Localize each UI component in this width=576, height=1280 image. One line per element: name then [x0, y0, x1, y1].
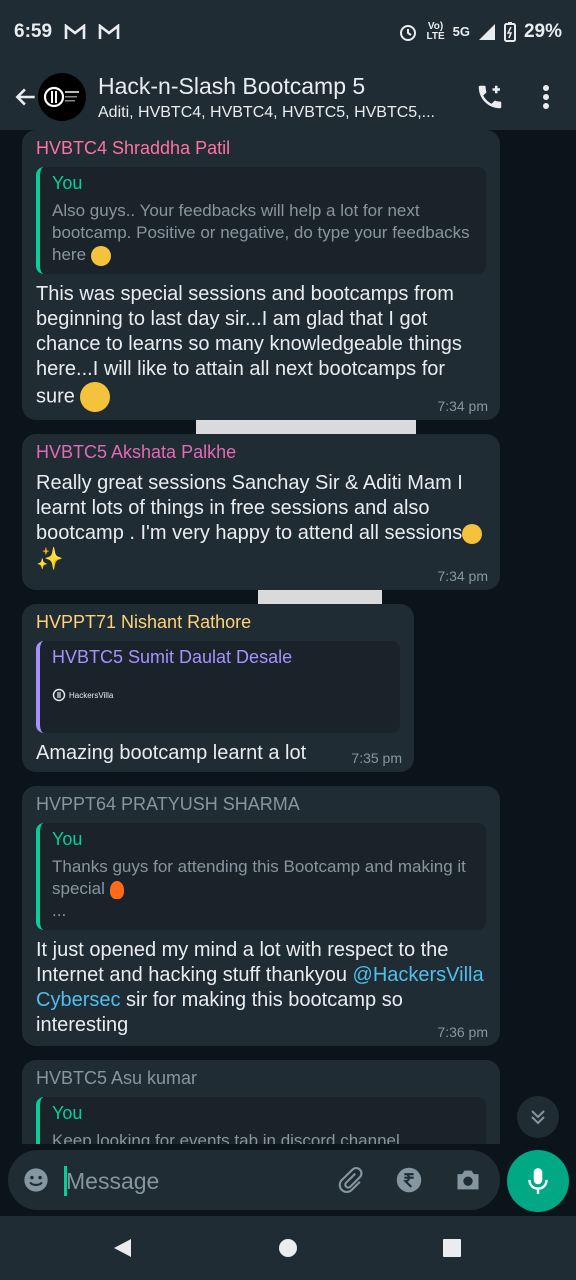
smile-emoji	[80, 382, 111, 412]
quote-sender: You	[52, 173, 83, 193]
battery-percent: 29%	[523, 21, 562, 42]
camera-button[interactable]	[448, 1160, 488, 1200]
more-options-button[interactable]	[524, 75, 568, 119]
status-bar: 6:59 Vo) LTE 5G 29%	[0, 0, 576, 64]
emoji-button[interactable]	[16, 1160, 56, 1200]
attach-button[interactable]	[330, 1160, 370, 1200]
nav-home-button[interactable]	[272, 1232, 304, 1264]
quote-text: Keep looking for events tab in discord c…	[52, 1131, 400, 1144]
gmail-icon	[64, 24, 86, 40]
message-text: This was special sessions and bootcamps …	[36, 282, 486, 412]
square-recents-icon	[443, 1239, 461, 1257]
voice-record-button[interactable]	[507, 1150, 569, 1212]
message-bubble[interactable]: HVBTC5 Asu kumar You Keep looking for ev…	[22, 1060, 500, 1144]
chat-header: Hack-n-Slash Bootcamp 5 Aditi, HVBTC4, H…	[0, 64, 576, 130]
group-avatar[interactable]	[38, 73, 86, 121]
double-chevron-down-icon	[531, 1110, 545, 1125]
quoted-message[interactable]: You Thanks guys for attending this Bootc…	[36, 823, 486, 930]
quoted-message[interactable]: HVBTC5 Sumit Daulat Desale HackersVilla	[36, 641, 400, 733]
message-bubble[interactable]: HVPPT71 Nishant Rathore HVBTC5 Sumit Dau…	[22, 604, 414, 772]
alarm-icon	[398, 22, 418, 42]
circle-home-icon	[279, 1239, 297, 1257]
quote-sender: You	[52, 1103, 83, 1123]
quote-text: Also guys.. Your feedbacks will help a l…	[52, 201, 470, 266]
triangle-back-icon	[114, 1239, 131, 1257]
sender-name[interactable]: HVBTC4 Shraddha Patil	[36, 138, 486, 159]
quoted-message[interactable]: You Also guys.. Your feedbacks will help…	[36, 167, 486, 274]
message-time: 7:35 pm	[351, 750, 402, 766]
group-members[interactable]: Aditi, HVBTC4, HVBTC4, HVBTC5, HVBTC5,..…	[98, 104, 458, 122]
message-time: 7:36 pm	[437, 1024, 488, 1040]
add-call-button[interactable]	[468, 75, 512, 119]
arrow-left-icon	[15, 88, 35, 106]
nav-back-button[interactable]	[106, 1232, 138, 1264]
chat-area[interactable]: HVBTC4 Shraddha Patil You Also guys.. Yo…	[0, 130, 576, 1144]
message-text: Really great sessions Sanchay Sir & Adit…	[36, 471, 486, 573]
party-face-emoji	[462, 523, 483, 544]
message-input-container[interactable]	[8, 1150, 500, 1210]
message-text: It just opened my mind a lot with respec…	[36, 939, 484, 1036]
battery-icon	[503, 22, 516, 42]
mic-icon	[528, 1168, 548, 1194]
quote-ellipsis: ...	[52, 901, 67, 920]
nav-recents-button[interactable]	[436, 1232, 468, 1264]
system-nav-bar	[0, 1216, 576, 1280]
payment-button[interactable]	[389, 1160, 429, 1200]
message-time: 7:34 pm	[437, 398, 488, 414]
signal-icon	[478, 23, 496, 41]
message-time: 7:34 pm	[437, 568, 488, 584]
more-vert-icon	[543, 85, 549, 109]
wallpaper-doodle	[196, 420, 416, 434]
message-bubble[interactable]: HVPPT64 PRATYUSH SHARMA You Thanks guys …	[22, 786, 500, 1046]
sender-name[interactable]: HVBTC5 Asu kumar	[36, 1068, 486, 1089]
quote-image: HackersVilla	[52, 688, 390, 702]
volte-indicator: Vo) LTE	[426, 21, 445, 42]
rupee-icon	[396, 1167, 422, 1193]
gmail-icon	[98, 24, 120, 40]
compose-bar	[0, 1144, 576, 1216]
status-time: 6:59	[14, 21, 53, 42]
message-input[interactable]	[66, 1166, 326, 1196]
scroll-to-bottom-button[interactable]	[517, 1096, 559, 1138]
paperclip-icon	[338, 1167, 363, 1193]
emoji-icon	[24, 1168, 48, 1192]
sender-name[interactable]: HVPPT64 PRATYUSH SHARMA	[36, 794, 486, 815]
header-text[interactable]: Hack-n-Slash Bootcamp 5 Aditi, HVBTC4, H…	[98, 73, 458, 122]
camera-icon	[457, 1170, 479, 1190]
quoted-message[interactable]: You Keep looking for events tab in disco…	[36, 1097, 486, 1144]
network-type: 5G	[452, 24, 470, 39]
hackersvilla-logo-icon	[52, 688, 66, 702]
wallpaper-doodle	[258, 590, 382, 604]
sender-name[interactable]: HVBTC5 Akshata Palkhe	[36, 442, 486, 463]
quote-sender: HVBTC5 Sumit Daulat Desale	[52, 647, 293, 667]
quote-text: Thanks guys for attending this Bootcamp …	[52, 857, 466, 899]
quote-sender: You	[52, 829, 83, 849]
group-title[interactable]: Hack-n-Slash Bootcamp 5	[98, 73, 458, 100]
message-text: Amazing bootcamp learnt a lot	[36, 742, 307, 764]
smile-emoji	[90, 245, 111, 266]
add-call-icon	[478, 85, 502, 109]
sender-name[interactable]: HVPPT71 Nishant Rathore	[36, 612, 400, 633]
message-bubble[interactable]: HVBTC4 Shraddha Patil You Also guys.. Yo…	[22, 130, 500, 420]
message-bubble[interactable]: HVBTC5 Akshata Palkhe Really great sessi…	[22, 434, 500, 590]
fire-emoji	[109, 880, 124, 899]
sparkles-emoji: ✨	[36, 546, 64, 571]
